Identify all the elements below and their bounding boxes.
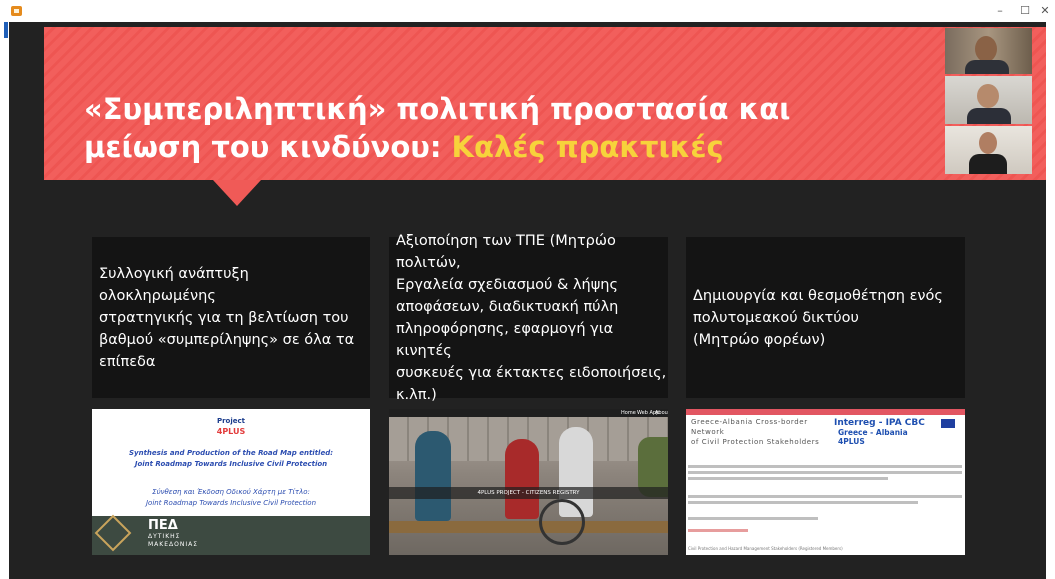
participant-1-avatar	[975, 36, 997, 62]
network-footer: Civil Protection and Hazard Management S…	[688, 546, 843, 551]
network-website-thumbnail: Greece-Albania Cross-border Network of C…	[686, 409, 965, 555]
text-line	[688, 465, 962, 468]
video-tile-participant-3[interactable]	[945, 126, 1032, 174]
photo-person-2	[505, 439, 539, 519]
project-label: Project	[216, 417, 246, 425]
box2-line: Εργαλεία σχεδιασμού & λήψης	[396, 276, 618, 293]
text-line	[688, 495, 962, 498]
participant-3-avatar	[979, 132, 997, 154]
box2-line: πληροφόρησης, εφαρμογή για κινητές	[396, 320, 614, 359]
interreg-project: 4PLUS	[838, 437, 865, 446]
practice-box-1-text: Συλλογική ανάπτυξη ολοκληρωμένης στρατηγ…	[99, 263, 370, 373]
box3-line: Δημιουργία και θεσμοθέτηση ενός	[693, 287, 943, 304]
text-line	[688, 517, 818, 520]
practice-box-1: Συλλογική ανάπτυξη ολοκληρωμένης στρατηγ…	[92, 237, 370, 398]
roadmap-document-thumbnail: Project 4PLUS Synthesis and Production o…	[92, 409, 370, 555]
title-line-2-text: μείωση του κινδύνου:	[84, 130, 452, 164]
slide-title: «Συμπεριληπτική» πολιτική προστασία και …	[84, 90, 844, 166]
box3-line: πολυτομεακού δικτύου	[693, 309, 859, 326]
title-line-2: μείωση του κινδύνου: Καλές πρακτικές	[84, 128, 844, 166]
practice-box-3: Δημιουργία και θεσμοθέτηση ενός πολυτομε…	[686, 237, 965, 398]
text-line	[688, 501, 918, 504]
english-title-line-1: Synthesis and Production of the Road Map…	[128, 449, 334, 457]
box1-line: βαθμού «συμπερίληψης» σε όλα τα	[99, 331, 355, 348]
photo-bench	[389, 521, 668, 533]
project-name: 4PLUS	[216, 427, 246, 436]
logo-subtitle-1: ΔΥΤΙΚΗΣ	[148, 533, 181, 540]
practice-box-2: Αξιοποίηση των ΤΠΕ (Μητρώο πολιτών, Εργα…	[389, 233, 668, 403]
greek-title-line-2: Joint Roadmap Towards Inclusive Civil Pr…	[145, 499, 317, 507]
box1-line: Συλλογική ανάπτυξη ολοκληρωμένης	[99, 265, 249, 304]
logo-band	[92, 516, 370, 555]
network-heading-2: Network	[691, 428, 725, 436]
presentation-slide: «Συμπεριληπτική» πολιτική προστασία και …	[9, 22, 1046, 579]
box1-line: επίπεδα	[99, 353, 156, 370]
practice-box-3-text: Δημιουργία και θεσμοθέτηση ενός πολυτομε…	[693, 285, 943, 351]
video-tile-participant-1[interactable]	[945, 28, 1032, 74]
participant-2-body	[967, 108, 1011, 124]
right-edge	[1046, 22, 1055, 579]
participant-1-body	[965, 60, 1009, 74]
network-heading-1: Greece-Albania Cross-border	[691, 418, 808, 426]
participant-2-avatar	[977, 84, 999, 108]
video-tile-participant-2[interactable]	[945, 76, 1032, 124]
citizens-registry-thumbnail: Home Web App About 4PLUS PROJECT - CITIZ…	[389, 409, 668, 555]
box2-line: κ.λπ.)	[396, 386, 437, 403]
box2-line: αποφάσεων, διαδικτυακή πύλη	[396, 298, 619, 315]
interreg-brand: Interreg - IPA CBC	[834, 418, 925, 428]
banner-notch	[213, 180, 261, 206]
english-title-line-2: Joint Roadmap Towards Inclusive Civil Pr…	[134, 460, 328, 468]
network-heading-3: of Civil Protection Stakeholders	[691, 438, 820, 446]
box3-line: (Μητρώο φορέων)	[693, 331, 826, 348]
network-navbar	[686, 409, 965, 415]
wheelchair-wheel	[539, 499, 585, 545]
minimize-button[interactable]: –	[988, 2, 1012, 20]
interreg-region: Greece - Albania	[838, 428, 908, 437]
box2-line: συσκευές για έκτακτες ειδοποιήσεις,	[396, 364, 667, 381]
participant-3-body	[969, 154, 1007, 174]
maximize-button[interactable]: ☐	[1013, 2, 1037, 20]
app-icon	[11, 6, 22, 16]
text-line	[688, 471, 962, 474]
registry-nav-about: About	[655, 410, 668, 416]
box1-line: στρατηγικής για τη βελτίωση του	[99, 309, 349, 326]
contact-link[interactable]	[688, 529, 748, 532]
registry-navbar: Home Web App About	[389, 409, 668, 417]
practice-box-2-text: Αξιοποίηση των ΤΠΕ (Μητρώο πολιτών, Εργα…	[396, 230, 668, 406]
logo-subtitle-2: ΜΑΚΕΔΟΝΙΑΣ	[148, 541, 198, 548]
window-titlebar: – ☐ ✕	[0, 0, 1055, 22]
eu-flag-icon	[941, 419, 955, 428]
logo-title: ΠΕΔ	[148, 518, 178, 533]
left-edge	[0, 22, 9, 579]
greek-title-line-1: Σύνθεση και Έκδοση Οδικού Χάρτη με Τίτλο…	[152, 488, 310, 496]
photo-person-1	[415, 431, 451, 521]
taskbar-indicator	[4, 22, 8, 38]
box2-line: Αξιοποίηση των ΤΠΕ (Μητρώο πολιτών,	[396, 232, 616, 271]
title-line-1: «Συμπεριληπτική» πολιτική προστασία και	[84, 92, 791, 126]
text-line	[688, 477, 888, 480]
title-highlight: Καλές πρακτικές	[451, 130, 724, 164]
close-button[interactable]: ✕	[1035, 2, 1055, 20]
registry-nav-home: Home	[621, 410, 636, 416]
registry-caption: 4PLUS PROJECT - CITIZENS REGISTRY	[389, 487, 668, 499]
